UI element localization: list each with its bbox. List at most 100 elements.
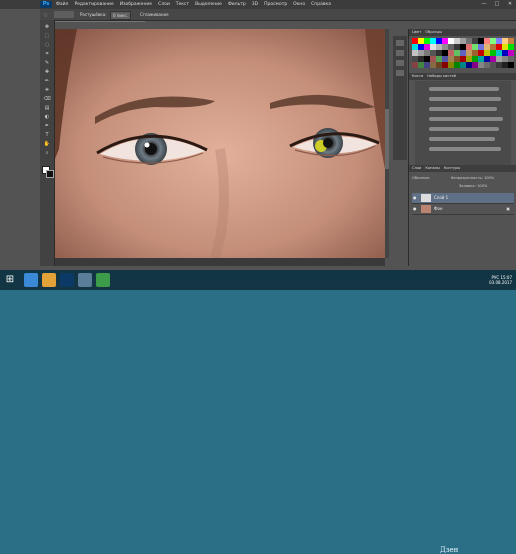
fill-label: Заливка: (459, 184, 476, 188)
layers-panel: Слои Каналы Контуры Обычные Непрозрачнос… (409, 165, 516, 266)
taskbar: ⊞ Дзен РУС 15:07 03.08.2017 (0, 270, 516, 554)
brush-icon[interactable] (396, 60, 404, 66)
color-swatch[interactable] (508, 62, 514, 68)
menu-item[interactable]: 3D (252, 0, 258, 9)
feather-field[interactable]: 0 пикс. (110, 11, 131, 20)
watermark: Дзен (440, 546, 459, 554)
layer-thumbnail (421, 205, 431, 213)
brush-preset[interactable] (429, 127, 499, 131)
brush-preset[interactable] (429, 107, 497, 111)
tab-layers[interactable]: Слои (412, 165, 421, 172)
dodge-icon[interactable]: ◐ (43, 114, 51, 121)
right-panels: Цвет Образцы Кисти Наборы кистей Слои Ка… (408, 29, 516, 266)
taskbar-app[interactable] (96, 273, 110, 287)
menu-item[interactable]: Окно (293, 0, 305, 9)
tab-color[interactable]: Цвет (412, 29, 421, 36)
menu-item[interactable]: Выделение (195, 0, 222, 9)
photoshop-window: Ps Файл Редактирование Изображение Слои Текс… (0, 0, 516, 274)
swatches-tabs: Цвет Образцы (409, 29, 516, 36)
lasso-tool-icon[interactable]: ◌ (43, 42, 51, 49)
taskbar-app[interactable] (78, 273, 92, 287)
type-tool-icon[interactable]: T (43, 132, 51, 139)
fill-field[interactable]: 100% (477, 184, 487, 188)
main-menu: Файл Редактирование Изображение Слои Текст Вы… (56, 0, 331, 9)
feather-label: Растушёвка: (80, 12, 107, 17)
move-tool-icon[interactable]: ✥ (43, 24, 51, 31)
menu-item[interactable]: Просмотр (264, 0, 287, 9)
brush-preset-list[interactable] (415, 81, 511, 165)
menu-item[interactable]: Файл (56, 0, 68, 9)
swatches-grid[interactable] (412, 38, 514, 70)
layer-name: Фон (434, 206, 443, 211)
properties-icon[interactable] (396, 50, 404, 56)
background-color-swatch[interactable] (46, 170, 54, 178)
menu-item[interactable]: Справка (311, 0, 331, 9)
brush-preset[interactable] (429, 87, 499, 91)
antialias-checkbox[interactable]: Сглаживание (140, 11, 169, 18)
lock-icon: ▣ (506, 206, 510, 211)
scroll-thumb[interactable] (385, 109, 389, 169)
opacity-label: Непрозрачность: (450, 176, 483, 180)
menu-item[interactable]: Редактирование (74, 0, 113, 9)
clone-stamp-icon[interactable]: ⎈ (43, 87, 51, 94)
brush-icon[interactable]: ✏ (43, 78, 51, 85)
menu-item[interactable]: Изображение (120, 0, 152, 9)
system-tray: РУС 15:07 03.08.2017 (489, 275, 512, 285)
minimize-button[interactable]: — (480, 0, 488, 9)
brush-preset[interactable] (429, 147, 501, 151)
tab-paths[interactable]: Контуры (444, 165, 460, 172)
maximize-button[interactable]: □ (493, 0, 501, 9)
layer-row[interactable]: ● Слой 1 (412, 193, 514, 204)
healing-brush-icon[interactable]: ✚ (43, 69, 51, 76)
menu-bar: Ps Файл Редактирование Изображение Слои Текс… (0, 0, 516, 9)
document-canvas[interactable] (55, 29, 385, 258)
tab-swatches[interactable]: Образцы (425, 29, 442, 36)
layer-name: Слой 1 (434, 195, 449, 200)
marquee-tool-icon[interactable]: ⬚ (43, 33, 51, 40)
eye-icon[interactable]: ● (413, 206, 417, 211)
status-bar: 100% Док: 68,9М/137,4М (55, 258, 385, 274)
brush-preset[interactable] (429, 137, 495, 141)
taskbar-app[interactable] (60, 273, 74, 287)
tab-brushes[interactable]: Кисти (412, 73, 423, 80)
tab-brush-presets[interactable]: Наборы кистей (427, 73, 456, 80)
menu-item[interactable]: Слои (158, 0, 170, 9)
pen-tool-icon[interactable]: ✒ (43, 123, 51, 130)
opacity-field[interactable]: 100% (484, 176, 494, 180)
face-photo (55, 29, 385, 258)
zoom-tool-icon[interactable]: ⌕ (43, 150, 51, 157)
panel-icon-strip (393, 36, 407, 160)
close-button[interactable]: ✕ (506, 0, 514, 9)
character-icon[interactable] (396, 70, 404, 76)
selection-mode-buttons[interactable] (54, 11, 74, 18)
blend-mode-select[interactable]: Обычные (412, 176, 429, 180)
brush-tabs: Кисти Наборы кистей (409, 73, 516, 80)
taskbar-app[interactable] (42, 273, 56, 287)
crop-tool-icon[interactable]: ⌗ (43, 51, 51, 58)
menu-item[interactable]: Фильтр (228, 0, 246, 9)
brush-preset[interactable] (429, 97, 501, 101)
photoshop-logo-icon: Ps (40, 1, 52, 8)
history-icon[interactable] (396, 40, 404, 46)
vertical-scrollbar[interactable] (385, 29, 389, 258)
menu-item[interactable]: Текст (176, 0, 189, 9)
eyedropper-tool-icon[interactable]: ✎ (43, 60, 51, 67)
brush-preset[interactable] (429, 117, 503, 121)
eye-icon[interactable]: ● (413, 195, 417, 200)
lasso-tool-icon[interactable]: ◌ (44, 11, 48, 18)
eraser-icon[interactable]: ⌫ (43, 96, 51, 103)
start-icon[interactable]: ⊞ (4, 274, 16, 286)
gradient-icon[interactable]: ▤ (43, 105, 51, 112)
fill-row: Заливка: 100% (459, 183, 487, 189)
hand-tool-icon[interactable]: ✋ (43, 141, 51, 148)
layer-row[interactable]: ● Фон ▣ (412, 204, 514, 215)
blend-opacity-row: Обычные Непрозрачность: 100% (412, 175, 494, 181)
tab-channels[interactable]: Каналы (425, 165, 439, 172)
layer-thumbnail (421, 194, 431, 202)
taskbar-app[interactable] (24, 273, 38, 287)
layers-tabs: Слои Каналы Контуры (409, 165, 516, 172)
clock-date: 03.08.2017 (489, 280, 512, 285)
options-bar: ◌ Растушёвка: 0 пикс. Сглаживание (40, 9, 516, 21)
window-controls: — □ ✕ (480, 0, 514, 9)
tools-panel: ✥ ⬚ ◌ ⌗ ✎ ✚ ✏ ⎈ ⌫ ▤ ◐ ✒ T ✋ ⌕ (40, 20, 55, 266)
